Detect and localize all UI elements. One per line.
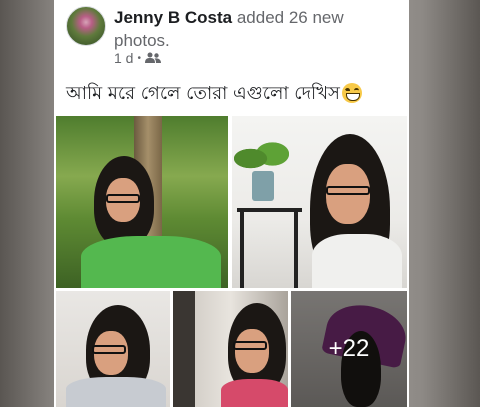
- post-photo-5[interactable]: +22: [291, 291, 407, 407]
- face-shape: [235, 329, 269, 373]
- post-text-content: আমি মরে গেলে তোরা এগুলো দেখিস: [66, 83, 340, 104]
- glasses-shape: [92, 345, 126, 354]
- post-photo-1[interactable]: [56, 116, 228, 288]
- post-timestamp[interactable]: 1 d: [114, 50, 133, 66]
- top-shape: [66, 377, 166, 407]
- post-photo-4[interactable]: [173, 291, 288, 407]
- shelf-leg-right: [294, 212, 298, 288]
- author-avatar[interactable]: [66, 6, 106, 46]
- post-meta: 1 d •: [114, 49, 161, 67]
- shelf-leg-left: [240, 212, 244, 288]
- post-text: আমি মরে গেলে তোরা এগুলো দেখিস: [66, 82, 401, 106]
- flower-pot-shape: [252, 171, 274, 201]
- grinning-face-emoji-icon: [341, 83, 362, 103]
- white-top-shape: [312, 234, 402, 288]
- post-photo-2[interactable]: [232, 116, 407, 288]
- glasses-shape: [106, 194, 140, 203]
- more-photos-overlay[interactable]: +22: [291, 291, 407, 407]
- shelf-shape: [237, 208, 302, 212]
- window-bars-shape: [173, 291, 195, 407]
- green-dress-shape: [81, 236, 221, 288]
- author-name[interactable]: Jenny B Costa: [114, 8, 232, 27]
- meta-separator: •: [137, 52, 141, 64]
- glasses-shape: [326, 186, 370, 195]
- more-photos-count: +22: [328, 335, 370, 362]
- post-photo-3[interactable]: [56, 291, 170, 407]
- post-card: Jenny B Costa added 26 new photos. 1 d •…: [54, 0, 409, 407]
- pink-top-shape: [221, 379, 288, 407]
- glasses-shape: [233, 341, 267, 350]
- post-header-line: Jenny B Costa added 26 new photos.: [114, 6, 399, 52]
- friends-icon[interactable]: [144, 52, 161, 64]
